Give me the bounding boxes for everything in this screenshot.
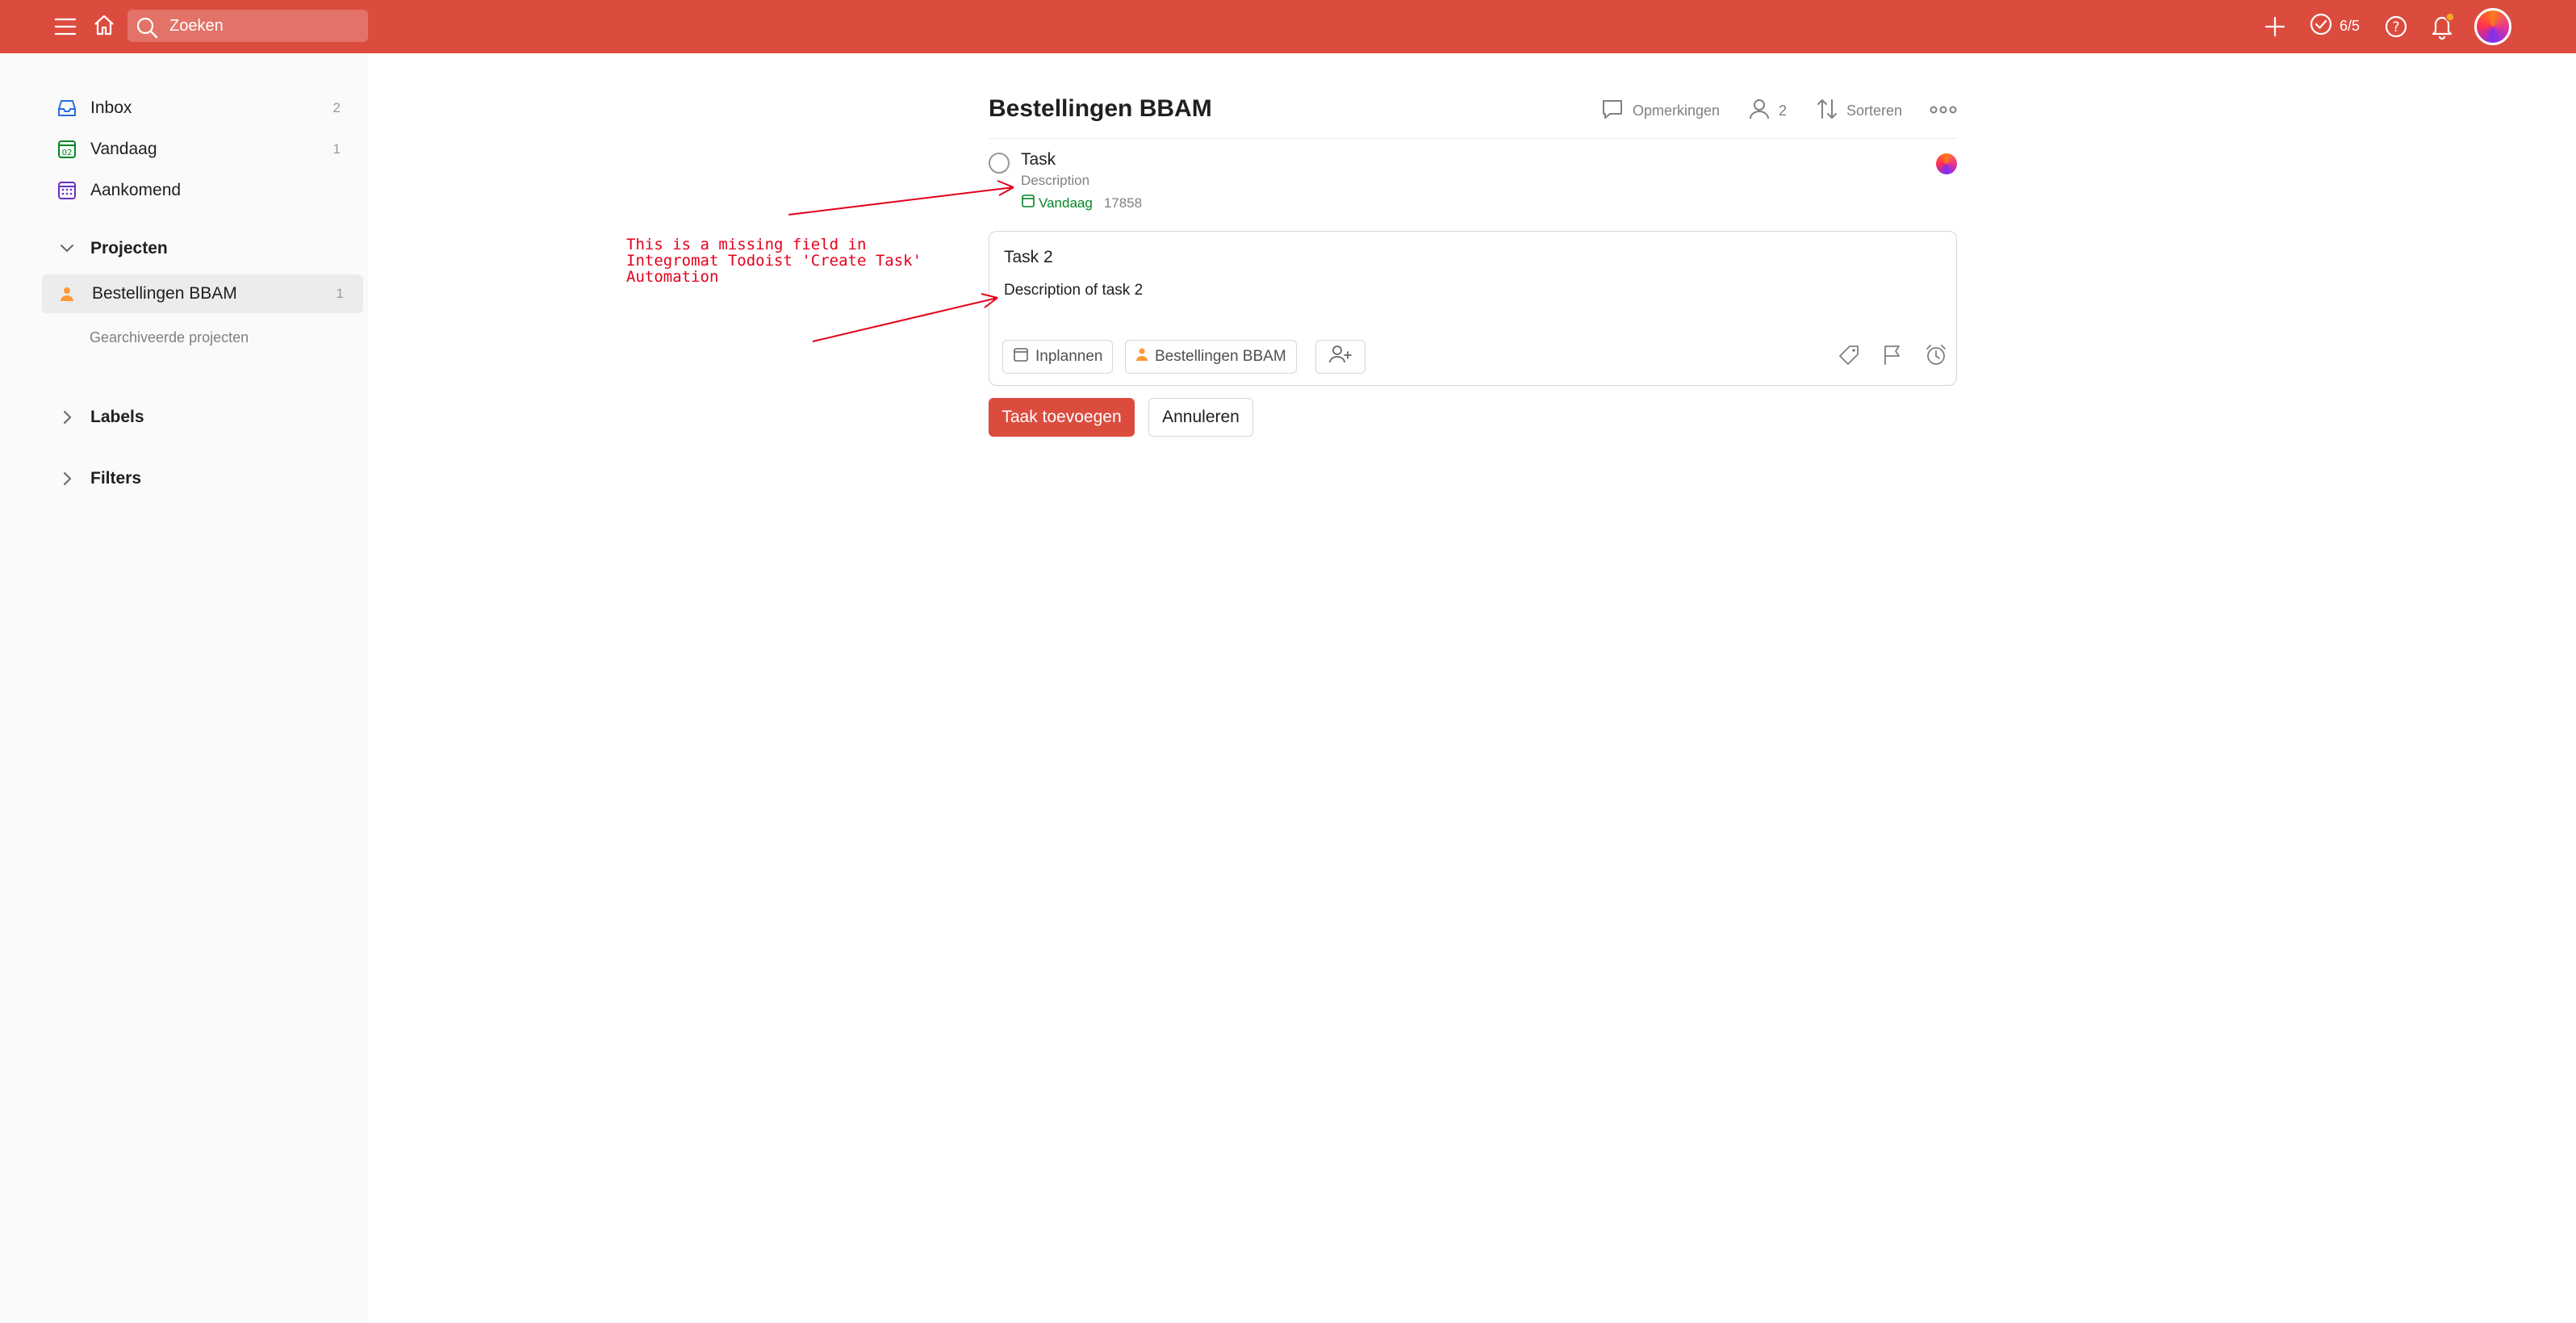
label-tag-button[interactable]: [1835, 343, 1863, 371]
task-meta: Vandaag 17858: [1021, 194, 1142, 212]
sidebar: Inbox 2 02 Vandaag 1 Aankomend Projecten…: [0, 53, 368, 1323]
annotation-arrow-editor: [812, 293, 998, 342]
sidebar-item-label: Aankomend: [90, 181, 182, 199]
avatar[interactable]: [2474, 8, 2511, 45]
schedule-label: Inplannen: [1035, 348, 1103, 365]
comment-icon: [1600, 97, 1625, 125]
task-editor: Task 2 Description of task 2 Inplannen B…: [989, 231, 1957, 386]
sidebar-item-upcoming[interactable]: Aankomend: [42, 171, 363, 210]
top-bar: Zoeken 6/5 ?: [0, 0, 2576, 53]
comments-button[interactable]: Opmerkingen: [1600, 97, 1720, 124]
bell-icon[interactable]: [2426, 10, 2458, 42]
task-description: Description: [1021, 173, 1090, 188]
assignee-avatar: [1936, 153, 1957, 174]
sort-icon: [1816, 97, 1838, 125]
person-icon: [1748, 97, 1771, 125]
labels-heading: Labels: [90, 408, 144, 426]
schedule-button[interactable]: Inplannen: [1002, 340, 1114, 374]
projects-heading: Projecten: [90, 239, 168, 257]
comments-label: Opmerkingen: [1633, 102, 1721, 119]
labels-toggle[interactable]: Labels: [42, 398, 363, 437]
calendar-upcoming-icon: [55, 178, 79, 203]
project-count: 1: [336, 286, 344, 301]
task-description-input[interactable]: Description of task 2: [1004, 282, 1143, 299]
add-task-button[interactable]: Taak toevoegen: [989, 398, 1135, 437]
chevron-right-icon: [55, 471, 79, 487]
task-number: 17858: [1103, 195, 1143, 211]
search-input[interactable]: Zoeken: [128, 10, 368, 42]
project-label: Bestellingen BBAM: [92, 284, 237, 303]
svg-text:?: ?: [2392, 19, 2399, 36]
karma-count: 6/5: [2340, 17, 2361, 34]
project-select-label: Bestellingen BBAM: [1155, 348, 1286, 365]
priority-button[interactable]: [1879, 343, 1906, 371]
task-item[interactable]: Task Description Vandaag 17858: [989, 150, 1957, 215]
project-select-button[interactable]: Bestellingen BBAM: [1125, 340, 1297, 374]
task-title: Task: [1021, 150, 1056, 169]
person-icon: [1135, 347, 1148, 366]
sidebar-item-count: 1: [332, 141, 341, 157]
more-options-button[interactable]: [1930, 97, 1957, 124]
sidebar-item-count: 2: [332, 100, 341, 115]
karma-button[interactable]: 6/5: [2309, 10, 2360, 42]
menu-icon[interactable]: [50, 11, 81, 42]
svg-text:02: 02: [62, 149, 73, 157]
person-icon: [55, 286, 79, 302]
sort-button[interactable]: Sorteren: [1816, 97, 1902, 124]
sidebar-item-label: Vandaag: [90, 140, 157, 158]
task-complete-checkbox[interactable]: [989, 153, 1010, 174]
flag-icon: [1882, 344, 1903, 371]
inbox-icon: [55, 96, 79, 120]
sidebar-item-inbox[interactable]: Inbox 2: [42, 89, 363, 128]
members-count: 2: [1779, 102, 1788, 119]
sidebar-item-project[interactable]: Bestellingen BBAM 1: [42, 274, 363, 313]
assign-button[interactable]: [1315, 340, 1365, 374]
chevron-right-icon: [55, 409, 79, 425]
reminder-button[interactable]: [1922, 343, 1950, 371]
home-icon[interactable]: [89, 10, 119, 40]
annotation-arrow-description: [788, 180, 1014, 216]
due-label: Vandaag: [1039, 195, 1093, 211]
add-person-icon: [1328, 345, 1353, 369]
filters-heading: Filters: [90, 469, 142, 488]
projects-toggle[interactable]: Projecten: [42, 229, 363, 268]
archived-projects-link[interactable]: Gearchiveerde projecten: [90, 329, 249, 346]
tag-icon: [1838, 344, 1860, 371]
help-icon[interactable]: ?: [2381, 11, 2411, 42]
sidebar-item-today[interactable]: 02 Vandaag 1: [42, 130, 363, 169]
task-name-input[interactable]: Task 2: [1004, 248, 1053, 267]
members-button[interactable]: 2: [1748, 97, 1787, 124]
search-icon: [136, 16, 158, 43]
annotation-note: This is a missing field in Integromat To…: [626, 236, 922, 286]
plus-icon[interactable]: [2260, 11, 2290, 42]
check-circle-icon: [2309, 12, 2333, 40]
sidebar-item-label: Inbox: [90, 98, 132, 117]
cancel-button[interactable]: Annuleren: [1148, 398, 1253, 437]
chevron-down-icon: [55, 243, 79, 254]
sort-label: Sorteren: [1846, 102, 1903, 119]
calendar-icon: [1021, 194, 1035, 212]
alarm-clock-icon: [1924, 343, 1948, 371]
filters-toggle[interactable]: Filters: [42, 459, 363, 498]
search-placeholder: Zoeken: [169, 16, 224, 35]
calendar-icon: [1013, 346, 1029, 367]
calendar-today-icon: 02: [55, 137, 79, 161]
header-divider: [989, 138, 1957, 139]
due-date[interactable]: Vandaag: [1021, 194, 1093, 212]
more-horizontal-icon: [1930, 103, 1957, 119]
page-title: Bestellingen BBAM: [989, 95, 1212, 122]
